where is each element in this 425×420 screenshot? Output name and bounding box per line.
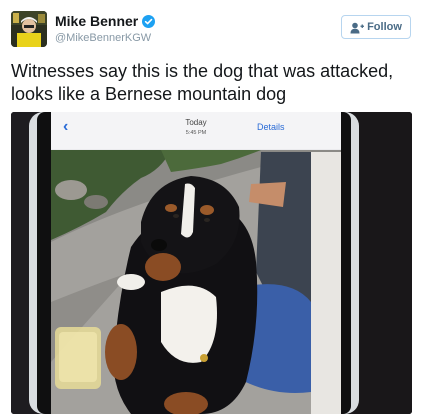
display-name[interactable]: Mike Benner bbox=[55, 13, 138, 29]
phone-photo-illustration bbox=[11, 112, 412, 414]
tweet-header: Mike Benner @MikeBennerKGW Follow bbox=[0, 0, 425, 52]
photo-time: 5:45 PM bbox=[185, 130, 207, 136]
follow-label: Follow bbox=[367, 21, 402, 33]
tweet-text: Witnesses say this is the dog that was a… bbox=[11, 61, 394, 104]
follow-user-icon bbox=[350, 21, 365, 34]
follow-button[interactable]: Follow bbox=[341, 15, 411, 39]
details-link[interactable]: Details bbox=[257, 122, 285, 132]
avatar[interactable] bbox=[11, 11, 47, 47]
avatar-image bbox=[11, 11, 47, 47]
back-chevron-icon[interactable]: ‹ bbox=[63, 118, 68, 136]
user-handle[interactable]: @MikeBennerKGW bbox=[55, 32, 151, 44]
photo-date-title: Today bbox=[185, 118, 207, 127]
tweet-photo[interactable]: ‹ Today 5:45 PM Details bbox=[11, 112, 412, 414]
verified-badge-icon bbox=[142, 14, 156, 28]
name-row: Mike Benner bbox=[55, 13, 156, 29]
